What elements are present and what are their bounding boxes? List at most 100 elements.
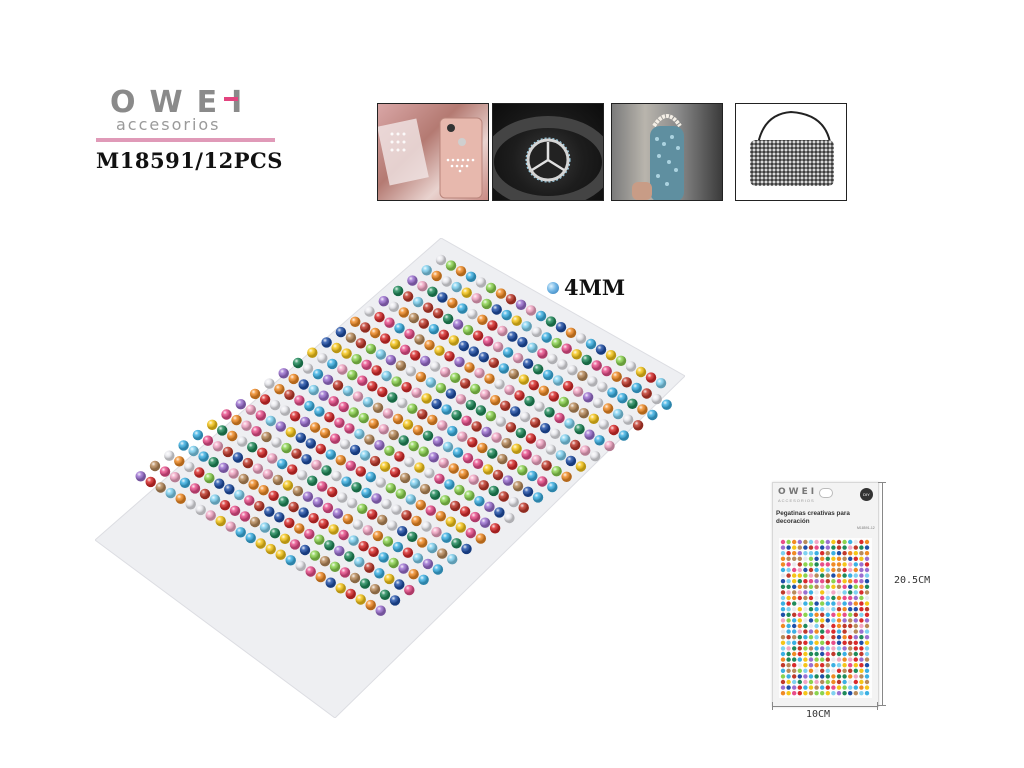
gem-shine (199, 488, 211, 500)
gem-shine (399, 472, 411, 484)
gem-shine (590, 451, 601, 462)
package-gem (842, 635, 847, 640)
gem-shine (360, 322, 371, 333)
package-gem (808, 579, 814, 584)
gem-shine (541, 460, 552, 471)
gem-shine (205, 510, 216, 521)
gem-shine (429, 489, 441, 500)
gem-shine (545, 316, 557, 327)
package-gem (831, 590, 836, 595)
gem-shine (552, 375, 564, 386)
gem-shine (207, 419, 218, 430)
gem-shine (312, 369, 324, 380)
package-gem (831, 612, 836, 617)
package-gem (859, 691, 864, 696)
gem-shine (258, 485, 269, 496)
package-gem (814, 679, 819, 685)
gem-shine (627, 398, 638, 409)
gem-shine (247, 442, 258, 453)
gem-shine (468, 346, 479, 357)
gem-shine (372, 402, 384, 413)
package-gem (808, 646, 814, 651)
package-gem (859, 607, 864, 612)
gem-shine (359, 450, 371, 461)
package-gem (786, 573, 791, 578)
gem-shine (375, 477, 386, 488)
package-gem (848, 551, 853, 556)
package-gem (797, 623, 802, 629)
gem-shine (450, 372, 461, 383)
gem-shine (155, 482, 166, 493)
package-gem (831, 668, 836, 673)
package-gem (786, 579, 791, 584)
package-gem (792, 663, 797, 668)
gem-shine (507, 331, 518, 342)
package-gem (853, 539, 858, 545)
package-gem (848, 629, 853, 634)
package-gem (814, 579, 819, 584)
gem-shine (385, 483, 396, 494)
gem-shine (469, 511, 481, 523)
package-gem (859, 663, 864, 668)
package-gem (780, 623, 786, 629)
gem-shine (489, 523, 501, 534)
gem-shine (527, 342, 538, 353)
gem-shine (342, 513, 354, 525)
gem-shine (289, 411, 301, 422)
gem-shine (327, 358, 338, 370)
gem-shine (365, 471, 376, 483)
package-gem (814, 590, 819, 595)
package-gem (814, 685, 819, 690)
gem-shine (481, 426, 492, 438)
package-gem (848, 663, 853, 668)
gem-shine (474, 496, 485, 507)
package-gem (786, 635, 791, 640)
gem-shine (357, 375, 368, 386)
package-gem (786, 567, 791, 573)
package-gem (831, 640, 836, 645)
gem-shine (555, 450, 567, 461)
package-gem (820, 556, 825, 561)
gem-shine (378, 552, 389, 563)
gem-shine (404, 584, 415, 596)
package-gem (792, 679, 797, 685)
gem-shine (304, 400, 315, 412)
gem-shine (179, 477, 191, 488)
gem-shine (381, 498, 392, 510)
package-gem (786, 601, 791, 606)
package-gem (853, 601, 858, 606)
gem-shine (319, 556, 331, 567)
gem-shine (637, 404, 648, 415)
package-gem (853, 573, 858, 578)
gem-shine (615, 355, 627, 366)
package-gem (797, 685, 802, 690)
package-gem (808, 612, 814, 617)
package-gem (842, 584, 847, 589)
gem-shine (510, 406, 521, 417)
gem-shine (512, 481, 524, 492)
gem-shine (392, 285, 404, 297)
package-gem (820, 618, 825, 623)
package-gem (864, 651, 870, 657)
package-gem (859, 562, 864, 567)
package-gem (853, 545, 858, 550)
gem-shine (417, 409, 428, 420)
gem-shine (297, 470, 308, 481)
gem-shine (281, 442, 292, 454)
package-gem (836, 668, 842, 673)
package-gem (848, 657, 853, 662)
gem-shine (421, 521, 432, 532)
gem-shine (514, 390, 525, 401)
package-gem (780, 607, 786, 612)
package-gem (780, 657, 786, 662)
gem-shine (251, 426, 262, 437)
package-gem (848, 612, 853, 617)
gem-shine (368, 546, 379, 557)
package-gem (859, 579, 864, 584)
package-gem (803, 567, 808, 573)
gem-shine (525, 305, 537, 316)
gem-shine (324, 412, 335, 423)
package-gem (836, 595, 842, 601)
gem-shine (372, 530, 384, 542)
package-gem (780, 685, 786, 690)
